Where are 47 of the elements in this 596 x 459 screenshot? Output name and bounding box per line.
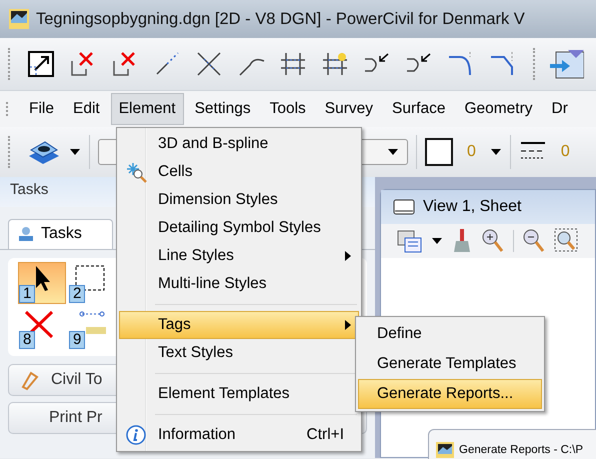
menu-item[interactable]: Information Ctrl+I bbox=[119, 421, 359, 449]
app-icon bbox=[8, 8, 30, 30]
menu-item[interactable]: Detailing Symbol Styles bbox=[119, 214, 359, 242]
app-icon bbox=[435, 441, 455, 459]
menu-item[interactable]: 3D and B-spline bbox=[119, 130, 359, 158]
view-attributes-icon[interactable] bbox=[397, 229, 423, 253]
menu-item[interactable]: Generate Templates bbox=[358, 349, 542, 379]
window-title: Tegningsopbygning.dgn [2D - V8 DGN] - PowerCivil for Denmark V bbox=[36, 10, 525, 28]
menu-item[interactable]: Geometry bbox=[456, 93, 541, 125]
tool-button[interactable]: 8 bbox=[18, 308, 66, 350]
menu-item[interactable]: Element Templates bbox=[119, 380, 359, 408]
caret-icon[interactable] bbox=[69, 148, 81, 156]
sparkle-icon bbox=[125, 161, 147, 183]
info-icon bbox=[125, 424, 147, 446]
caret-icon bbox=[387, 148, 399, 156]
menu-item[interactable]: Element bbox=[110, 93, 184, 125]
menu-item[interactable]: File bbox=[21, 93, 62, 125]
caret-icon[interactable] bbox=[431, 237, 443, 245]
menu-item[interactable]: Settings bbox=[186, 93, 259, 125]
zoom-in-icon[interactable] bbox=[481, 228, 505, 254]
fit-view-icon[interactable] bbox=[554, 228, 578, 254]
menu-item[interactable]: Tags bbox=[119, 311, 359, 339]
person-icon bbox=[17, 226, 35, 242]
view-title: View 1, Sheet bbox=[423, 198, 522, 216]
menu-item[interactable]: Multi-line Styles bbox=[119, 270, 359, 298]
menu-item[interactable]: Generate Reports... bbox=[358, 379, 542, 409]
tool-button[interactable]: 2 bbox=[68, 262, 116, 304]
menu-item[interactable]: Text Styles bbox=[119, 339, 359, 367]
tool-button[interactable]: 1 bbox=[18, 262, 66, 304]
caret-icon[interactable] bbox=[490, 148, 502, 156]
dialog-title: Generate Reports - C:\P bbox=[459, 444, 583, 456]
submenu-arrow-icon bbox=[344, 319, 352, 331]
menu-item[interactable]: Dr bbox=[544, 93, 576, 125]
menu-item[interactable]: Surface bbox=[384, 93, 454, 125]
submenu-arrow-icon bbox=[344, 250, 352, 262]
window-icon bbox=[393, 199, 415, 215]
tasks-tab[interactable]: Tasks bbox=[8, 219, 113, 249]
menu-item[interactable]: Survey bbox=[316, 93, 382, 125]
color-swatch[interactable] bbox=[425, 138, 453, 166]
menu-item[interactable]: Edit bbox=[64, 93, 108, 125]
tool-button[interactable]: 9 bbox=[68, 308, 116, 350]
zoom-out-icon[interactable] bbox=[522, 228, 546, 254]
dialog-window[interactable]: Generate Reports - C:\P bbox=[428, 429, 596, 459]
menu-item[interactable]: Line Styles bbox=[119, 242, 359, 270]
menu-item[interactable]: Tools bbox=[262, 93, 314, 125]
menu-item[interactable]: Define bbox=[358, 319, 542, 349]
brush-icon[interactable] bbox=[451, 228, 473, 254]
